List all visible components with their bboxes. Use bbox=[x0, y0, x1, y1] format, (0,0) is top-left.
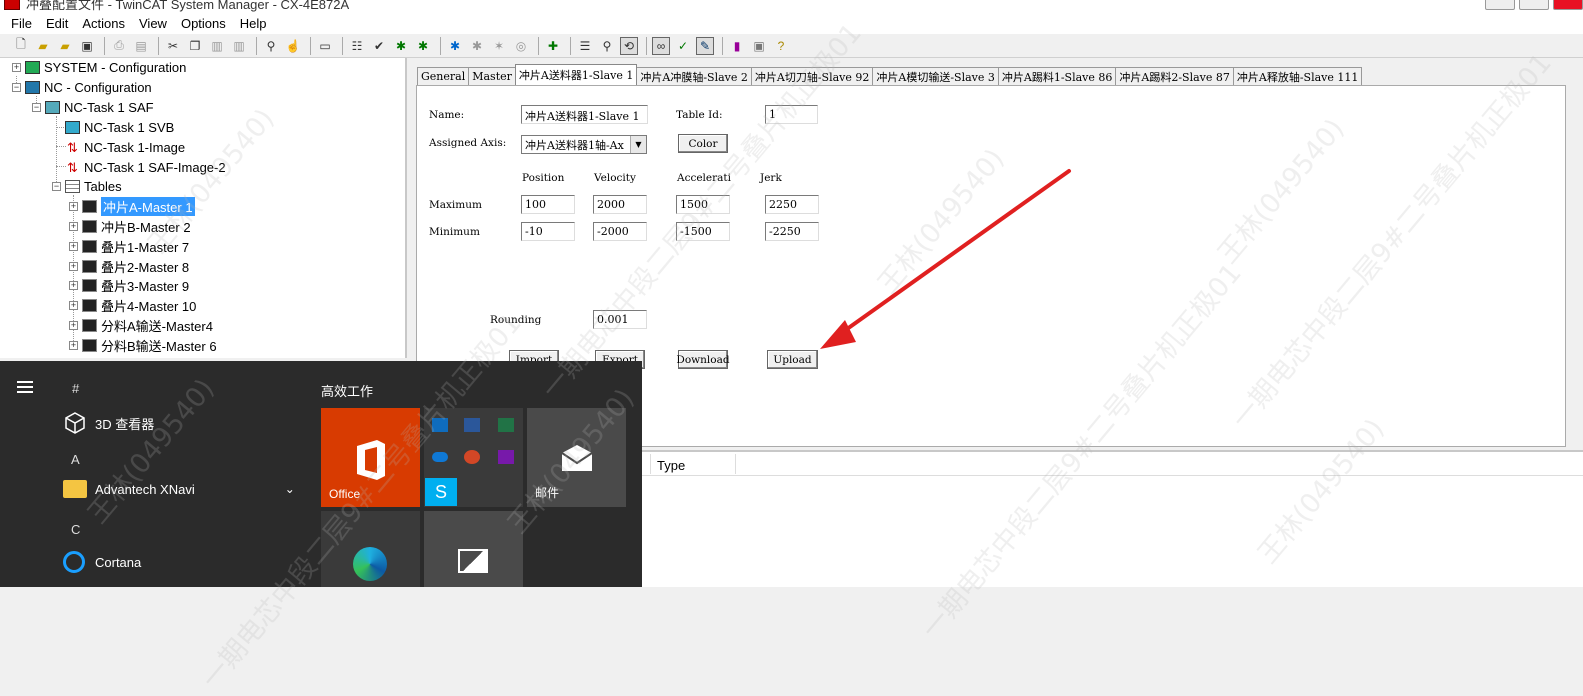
tile-mail[interactable]: 邮件 bbox=[527, 408, 626, 507]
tile-office[interactable]: Office bbox=[321, 408, 420, 507]
app-cortana[interactable]: Cortana bbox=[63, 551, 141, 573]
tile-group-title[interactable]: 高效工作 bbox=[321, 381, 373, 400]
app-label: Advantech XNavi bbox=[95, 481, 195, 497]
mail-icon bbox=[561, 445, 593, 471]
tile-office-apps[interactable]: S bbox=[424, 408, 523, 507]
group-header-c[interactable]: C bbox=[71, 522, 80, 537]
tile-photos[interactable] bbox=[424, 511, 523, 587]
group-header-symbol[interactable]: # bbox=[72, 381, 79, 396]
edge-icon bbox=[353, 547, 387, 581]
tile-label: Office bbox=[329, 487, 361, 501]
skype-icon: S bbox=[425, 478, 457, 506]
app-3d-viewer[interactable]: 3D 查看器 bbox=[63, 411, 154, 435]
app-label: 3D 查看器 bbox=[95, 416, 155, 432]
start-menu: # 3D 查看器 A Advantech XNavi ⌄ C Cortana 高… bbox=[0, 361, 642, 587]
tile-label: 邮件 bbox=[535, 486, 560, 500]
onedrive-icon bbox=[432, 452, 448, 462]
office-icon bbox=[357, 440, 385, 480]
column-header-type[interactable]: Type bbox=[651, 454, 736, 474]
onenote-icon bbox=[498, 450, 514, 464]
outlook-icon bbox=[432, 418, 448, 432]
app-label: Cortana bbox=[95, 554, 142, 570]
powerpoint-icon bbox=[464, 450, 480, 464]
tab-slave-1[interactable]: 冲片A送料器1-Slave 1 bbox=[514, 64, 638, 85]
cube-icon bbox=[65, 412, 85, 434]
word-icon bbox=[464, 418, 480, 432]
photos-icon bbox=[458, 549, 488, 573]
group-header-a[interactable]: A bbox=[71, 452, 80, 467]
hamburger-menu-icon[interactable] bbox=[17, 381, 33, 396]
tile-edge[interactable] bbox=[321, 511, 420, 587]
cortana-icon bbox=[63, 551, 85, 573]
excel-icon bbox=[498, 418, 514, 432]
chevron-down-icon[interactable]: ⌄ bbox=[285, 482, 295, 496]
app-advantech[interactable]: Advantech XNavi ⌄ bbox=[63, 480, 295, 498]
folder-icon bbox=[63, 480, 87, 498]
